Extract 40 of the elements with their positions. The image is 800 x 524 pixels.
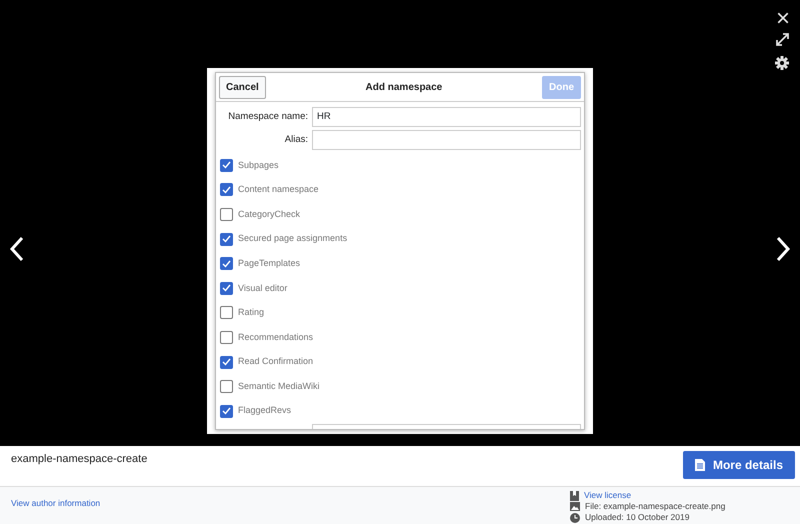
image-title: example-namespace-create xyxy=(11,452,148,467)
checkbox[interactable] xyxy=(220,356,233,369)
checkbox-label: Subpages xyxy=(238,158,279,172)
checkbox[interactable] xyxy=(220,380,233,394)
author-link[interactable]: View author information xyxy=(11,498,100,508)
checkbox-label: Recommendations xyxy=(238,330,314,344)
checkbox-label: CategoryCheck xyxy=(238,208,300,221)
checkbox-label: Secured page assignments xyxy=(238,232,348,246)
checkbox-label: Rating xyxy=(238,306,264,320)
checkbox-label: FlaggedRevs xyxy=(238,404,292,418)
document-icon xyxy=(694,459,705,471)
upload-date: Uploaded: 10 October 2019 xyxy=(585,512,690,523)
checkbox[interactable] xyxy=(220,257,233,270)
checkbox[interactable] xyxy=(220,404,233,418)
file-name: File: example-namespace-create.png xyxy=(585,501,726,512)
settings-icon[interactable] xyxy=(775,56,789,70)
fullscreen-icon[interactable] xyxy=(776,33,789,46)
checkbox[interactable] xyxy=(220,306,233,320)
checkbox-label: Semantic MediaWiki xyxy=(238,380,320,393)
checkbox[interactable] xyxy=(220,282,233,295)
close-button[interactable]: × xyxy=(776,10,790,28)
license-link[interactable]: View license xyxy=(584,490,632,501)
field-label: Namespace name: xyxy=(227,110,308,124)
checkbox-label: PageTemplates xyxy=(238,256,300,270)
checkbox[interactable] xyxy=(220,183,233,196)
cancel-button[interactable]: Cancel xyxy=(219,76,266,98)
dialog-title: Add namespace xyxy=(366,80,442,94)
checkbox[interactable] xyxy=(220,232,233,246)
checkbox-label: Content namespace xyxy=(238,183,319,196)
more-details-button[interactable]: More details xyxy=(682,451,795,479)
checkbox[interactable] xyxy=(220,158,233,172)
checkbox-label: Read Confirmation xyxy=(238,355,314,368)
checkbox[interactable] xyxy=(220,330,233,344)
image-file-icon xyxy=(570,502,580,511)
checkbox[interactable] xyxy=(220,208,233,221)
license-icon xyxy=(570,490,579,500)
input-field[interactable] xyxy=(312,130,581,150)
field-label: Alias: xyxy=(284,132,308,147)
input-field[interactable]: HR xyxy=(312,107,581,127)
checkbox-label: Visual editor xyxy=(238,282,288,295)
